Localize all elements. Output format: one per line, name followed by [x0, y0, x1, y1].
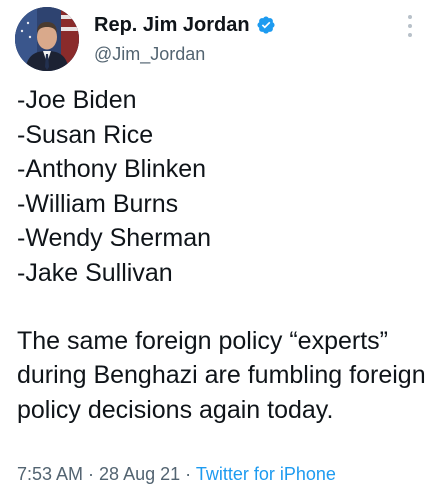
tweet-time[interactable]: 7:53 AM	[17, 464, 83, 484]
tweet-metadata: 7:53 AM · 28 Aug 21 · Twitter for iPhone	[17, 463, 336, 485]
more-options-icon[interactable]	[407, 15, 413, 37]
tweet-paragraph: The same foreign policy “experts” during…	[17, 326, 426, 424]
avatar[interactable]	[15, 7, 79, 71]
list-item: -Jake Sullivan	[17, 258, 173, 287]
tweet-source-link[interactable]: Twitter for iPhone	[196, 464, 336, 484]
author-display-name[interactable]: Rep. Jim Jordan	[94, 13, 250, 37]
meta-separator: ·	[83, 464, 100, 484]
list-item: -Wendy Sherman	[17, 224, 212, 253]
list-item: -Joe Biden	[17, 86, 137, 114]
tweet-date[interactable]: 28 Aug 21	[99, 464, 180, 484]
author-name-row[interactable]: Rep. Jim Jordan	[94, 13, 276, 37]
list-item: -William Burns	[17, 189, 179, 218]
list-item: -Susan Rice	[17, 120, 154, 149]
tweet-text: -Joe Biden -Susan Rice -Anthony Blinken …	[17, 83, 427, 427]
list-item: -Anthony Blinken	[17, 155, 207, 184]
avatar-image	[15, 7, 79, 71]
author-handle[interactable]: @Jim_Jordan	[94, 43, 205, 65]
meta-separator: ·	[180, 464, 196, 484]
verified-badge-icon	[257, 16, 275, 34]
tweet-card: Rep. Jim Jordan @Jim_Jordan -Joe Biden -…	[0, 0, 439, 500]
